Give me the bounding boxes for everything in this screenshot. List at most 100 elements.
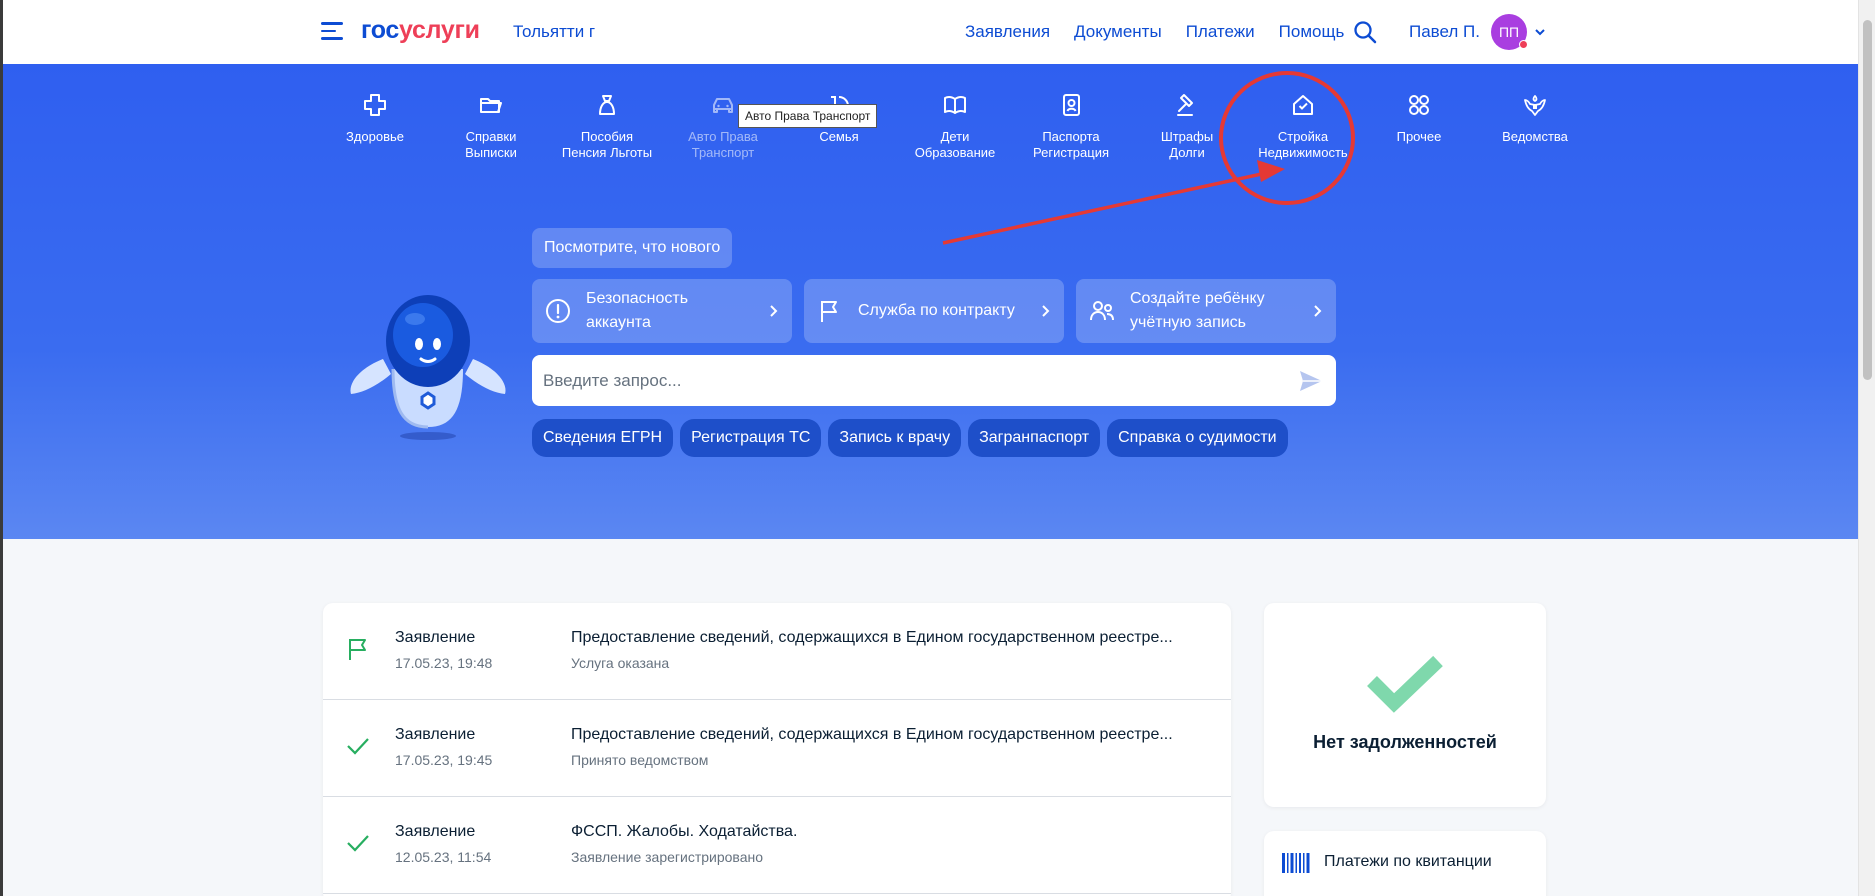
feed-status: Заявление зарегистрировано — [571, 849, 764, 865]
coat-of-arms-icon — [1524, 95, 1546, 116]
money-bag-icon — [599, 95, 615, 115]
quick-chip-doctor[interactable]: Запись к врачу — [828, 419, 962, 457]
logo-part-gos: гос — [361, 16, 400, 44]
flag-icon — [349, 639, 366, 660]
card-text: Создайте ребёнку учётную запись — [1130, 287, 1312, 335]
scrollbar[interactable] — [1858, 0, 1875, 896]
category-other[interactable]: Прочее — [1361, 92, 1477, 161]
quick-chip-egrn[interactable]: Сведения ЕГРН — [532, 419, 674, 457]
account-security-card[interactable]: Безопасность аккаунта — [532, 279, 792, 343]
category-agencies[interactable]: Ведомства — [1477, 92, 1593, 161]
category-sublabel: Образование — [914, 145, 996, 160]
big-check-icon — [1367, 655, 1443, 713]
category-certificates[interactable]: Справки Выписки — [433, 92, 549, 161]
category-label: Здоровье — [345, 129, 405, 144]
chevron-right-icon — [1042, 305, 1050, 317]
grid-icon — [1409, 95, 1429, 115]
search-icon[interactable] — [1353, 20, 1377, 44]
feed-title: Предоставление сведений, содержащихся в … — [571, 726, 1173, 743]
chevron-down-icon[interactable] — [1534, 26, 1546, 38]
category-benefits[interactable]: Пособия Пенсия Льготы — [549, 92, 665, 161]
logo-part-uslugi: услуги — [399, 16, 480, 44]
card-line: аккаунта — [586, 314, 651, 331]
category-children[interactable]: Дети Образование — [897, 92, 1013, 161]
debt-status-card[interactable]: Нет задолженностей — [1264, 603, 1546, 807]
check-icon — [347, 738, 369, 755]
feed-type: Заявление — [395, 726, 476, 743]
gosuslugi-logo[interactable]: госуслуги — [361, 16, 480, 45]
hero-section: Здоровье Справки Выписки Пособия Пенсия … — [3, 64, 1858, 539]
quick-chip-criminal-record[interactable]: Справка о судимости — [1107, 419, 1288, 457]
gavel-icon — [1177, 94, 1193, 116]
category-health[interactable]: Здоровье — [317, 92, 433, 161]
feed-status: Услуга оказана — [571, 655, 670, 671]
check-icon — [347, 835, 369, 852]
feed-title: Предоставление сведений, содержащихся в … — [571, 629, 1173, 646]
search-input[interactable] — [543, 355, 1283, 406]
category-label: Ведомства — [1502, 129, 1568, 144]
card-line: учётную запись — [1130, 314, 1247, 331]
feed-row[interactable]: Заявление 12.05.23, 11:54 ФССП. Жалобы. … — [323, 797, 1231, 894]
whats-new-button[interactable]: Посмотрите, что нового — [532, 228, 733, 268]
user-name[interactable]: Павел П. — [1409, 22, 1480, 42]
chevron-right-icon — [1314, 305, 1322, 317]
quick-chip-vehicle-registration[interactable]: Регистрация ТС — [680, 419, 822, 457]
feed-status: Принято ведомством — [571, 752, 709, 768]
menu-icon[interactable] — [321, 22, 343, 42]
book-icon — [944, 95, 966, 114]
top-nav: Заявления Документы Платежи Помощь — [965, 22, 1344, 42]
category-label: Дети — [940, 129, 970, 144]
browser-viewport: госуслуги Тольятти г Заявления Документы… — [0, 0, 1858, 896]
chevron-right-icon — [770, 305, 778, 317]
category-sublabel: Долги — [1169, 145, 1205, 160]
hover-tooltip: Авто Права Транспорт — [738, 104, 878, 128]
nav-payments[interactable]: Платежи — [1186, 22, 1255, 42]
search-box — [532, 355, 1336, 406]
users-icon — [1090, 301, 1114, 321]
category-label: Семья — [819, 129, 859, 144]
category-sublabel: Недвижимость — [1258, 145, 1348, 160]
nav-applications[interactable]: Заявления — [965, 22, 1050, 42]
car-icon — [713, 98, 733, 113]
card-text: Безопасность аккаунта — [586, 287, 768, 335]
category-label: Штрафы — [1160, 129, 1214, 144]
quick-links: Сведения ЕГРН Регистрация ТС Запись к вр… — [532, 419, 1288, 457]
card-line: Безопасность — [586, 290, 689, 307]
category-sublabel: Регистрация — [1033, 145, 1109, 160]
applications-feed: Заявление 17.05.23, 19:48 Предоставление… — [323, 603, 1231, 896]
category-sublabel: Пенсия Льготы — [561, 145, 653, 160]
category-fines[interactable]: Штрафы Долги — [1129, 92, 1245, 161]
quick-chip-passport[interactable]: Загранпаспорт — [968, 419, 1101, 457]
payments-title: Платежи по квитанции — [1324, 853, 1492, 870]
category-bar: Здоровье Справки Выписки Пособия Пенсия … — [317, 92, 1593, 161]
category-label: Авто Права — [688, 129, 758, 144]
feed-date: 17.05.23, 19:45 — [395, 752, 493, 768]
feed-title: ФССП. Жалобы. Ходатайства. — [571, 823, 798, 840]
category-sublabel: Транспорт — [691, 145, 755, 160]
scrollbar-thumb[interactable] — [1863, 20, 1872, 380]
category-label: Прочее — [1396, 129, 1442, 144]
top-header: госуслуги Тольятти г Заявления Документы… — [3, 0, 1858, 64]
card-text: Служба по контракту — [858, 302, 1015, 319]
feed-row[interactable]: Заявление 17.05.23, 19:48 Предоставление… — [323, 603, 1231, 700]
child-account-card[interactable]: Создайте ребёнку учётную запись — [1076, 279, 1336, 343]
category-label: Справки — [465, 129, 517, 144]
feed-type: Заявление — [395, 629, 476, 646]
category-realty[interactable]: Стройка Недвижимость — [1245, 92, 1361, 161]
feed-type: Заявление — [395, 823, 476, 840]
feed-row[interactable]: Заявление 17.05.23, 19:45 Предоставление… — [323, 700, 1231, 797]
send-icon[interactable] — [1298, 368, 1324, 394]
house-icon — [1293, 95, 1313, 115]
notification-dot — [1519, 40, 1528, 49]
robot-mascot — [350, 295, 506, 440]
nav-documents[interactable]: Документы — [1074, 22, 1162, 42]
medical-cross-icon — [364, 94, 386, 116]
category-passports[interactable]: Паспорта Регистрация — [1013, 92, 1129, 161]
nav-help[interactable]: Помощь — [1279, 22, 1345, 42]
city-selector[interactable]: Тольятти г — [513, 22, 595, 42]
contract-service-card[interactable]: Служба по контракту — [804, 279, 1064, 343]
payments-by-receipt-card[interactable]: Платежи по квитанции — [1264, 831, 1546, 896]
flag-icon — [821, 301, 837, 322]
debt-status-text: Нет задолженностей — [1313, 732, 1497, 752]
alert-circle-icon — [546, 299, 570, 323]
